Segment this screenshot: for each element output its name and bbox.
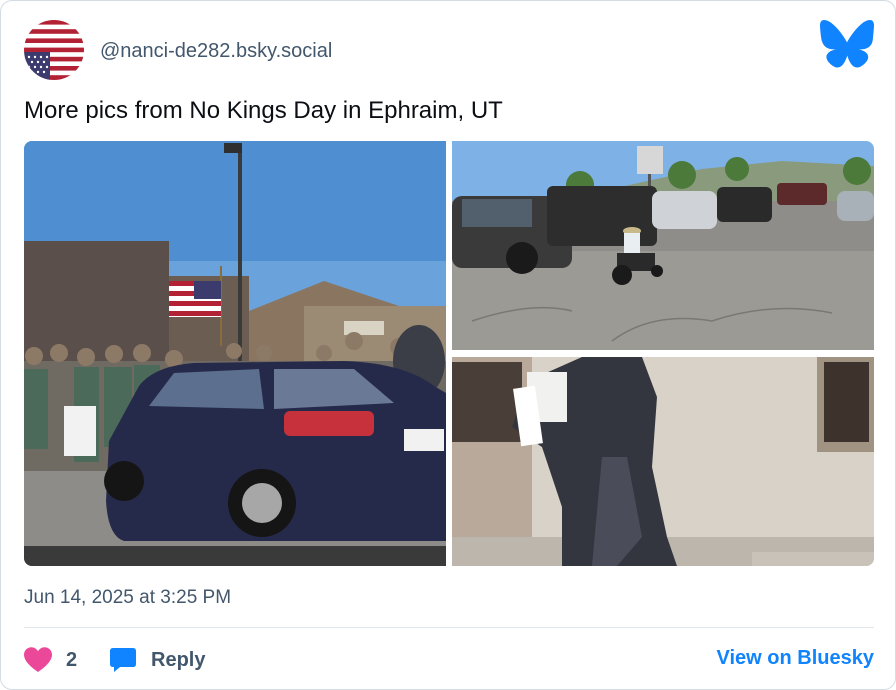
speech-bubble-icon [110,648,136,672]
post-embed-card[interactable]: @nanci-de282.bsky.social More pics from … [0,0,896,690]
post-footer: 2 Reply View on Bluesky [24,641,874,677]
like-count: 2 [66,648,78,671]
post-header: @nanci-de282.bsky.social [24,20,874,82]
author-handle[interactable]: @nanci-de282.bsky.social [100,40,332,63]
reply-button[interactable]: Reply [109,647,205,673]
car-and-protest-crowd-photo[interactable] [24,141,446,566]
post-text: More pics from No Kings Day in Ephraim, … [24,97,503,124]
post-timestamp[interactable]: Jun 14, 2025 at 3:25 PM [24,587,231,609]
avatar[interactable] [24,20,84,80]
image-gallery [24,141,874,566]
inflatable-costume-sign-photo[interactable] [452,357,874,566]
parking-lot-wheelchair-photo[interactable] [452,141,874,350]
bluesky-butterfly-icon[interactable] [820,20,874,68]
view-on-bluesky-link[interactable]: View on Bluesky [717,647,874,670]
divider [24,627,874,628]
heart-icon [24,647,52,672]
like-button[interactable]: 2 [24,647,77,673]
reply-label: Reply [151,648,206,671]
